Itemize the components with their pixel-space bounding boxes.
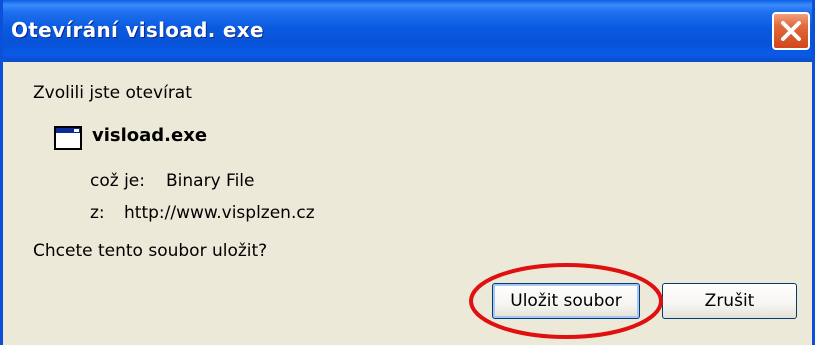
file-source-value: http://www.visplzen.cz (124, 203, 315, 223)
intro-text: Zvolili jste otevírat (33, 83, 192, 103)
close-icon (781, 21, 801, 41)
file-type-value: Binary File (166, 171, 255, 191)
application-window-icon (54, 126, 82, 150)
file-type-label: což je: (90, 171, 145, 191)
save-question: Chcete tento soubor uložit? (33, 241, 268, 261)
save-file-button[interactable]: Uložit soubor (492, 283, 640, 319)
file-source-label: z: (90, 203, 105, 223)
file-name: visload.exe (92, 125, 208, 146)
file-open-dialog: Otevírání visload. exe Zvolili jste otev… (0, 0, 815, 345)
title-bar[interactable]: Otevírání visload. exe (3, 0, 812, 62)
cancel-button[interactable]: Zrušit (662, 283, 797, 319)
window-title: Otevírání visload. exe (11, 18, 264, 42)
close-button[interactable] (772, 12, 810, 50)
